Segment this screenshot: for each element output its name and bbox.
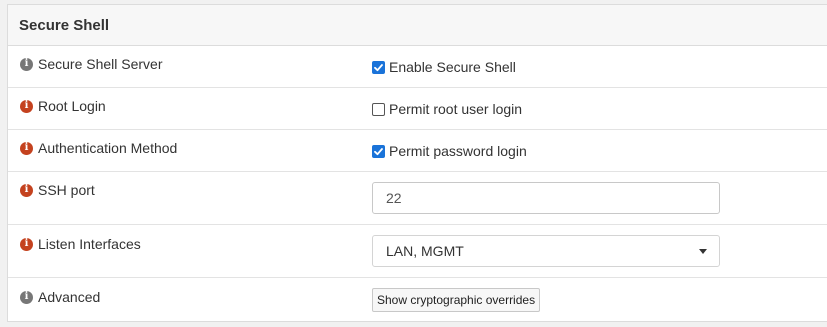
enable-secure-shell-checkbox[interactable]	[372, 60, 385, 74]
row-advanced: i Advanced Show cryptographic overrides	[8, 278, 827, 322]
info-icon[interactable]: i	[20, 141, 33, 155]
row-authentication-method: i Authentication Method Permit password …	[8, 130, 827, 172]
permit-root-login-control[interactable]: Permit root user login	[372, 101, 522, 117]
permit-password-login-checkbox[interactable]	[372, 144, 385, 158]
row-root-login: i Root Login Permit root user login	[8, 88, 827, 130]
info-icon[interactable]: i	[20, 290, 33, 304]
enable-secure-shell-control[interactable]: Enable Secure Shell	[372, 59, 516, 75]
row-label: i SSH port	[20, 182, 95, 198]
info-icon[interactable]: i	[20, 57, 33, 71]
checkmark-icon	[374, 63, 383, 71]
row-label: i Secure Shell Server	[20, 56, 163, 72]
secure-shell-panel: Secure Shell i Secure Shell Server Enabl…	[7, 4, 827, 322]
authentication-method-label: Authentication Method	[38, 140, 178, 156]
permit-root-login-checkbox[interactable]	[372, 102, 385, 116]
chevron-down-icon	[699, 249, 707, 254]
permit-password-login-label[interactable]: Permit password login	[389, 143, 527, 159]
row-label: i Listen Interfaces	[20, 236, 141, 252]
panel-title: Secure Shell	[19, 16, 110, 34]
ssh-port-input[interactable]: 22	[372, 182, 720, 214]
row-secure-shell-server: i Secure Shell Server Enable Secure Shel…	[8, 46, 827, 88]
listen-interfaces-value: LAN, MGMT	[386, 243, 464, 259]
info-icon[interactable]: i	[20, 99, 33, 113]
panel-header: Secure Shell	[8, 5, 827, 46]
secure-shell-server-label: Secure Shell Server	[38, 56, 163, 72]
row-ssh-port: i SSH port 22	[8, 172, 827, 225]
row-listen-interfaces: i Listen Interfaces LAN, MGMT	[8, 225, 827, 278]
enable-secure-shell-label[interactable]: Enable Secure Shell	[389, 59, 516, 75]
permit-root-login-label[interactable]: Permit root user login	[389, 101, 522, 117]
show-cryptographic-overrides-button[interactable]: Show cryptographic overrides	[372, 288, 541, 312]
row-label: i Authentication Method	[20, 140, 177, 156]
ssh-port-label: SSH port	[38, 182, 95, 198]
info-icon[interactable]: i	[20, 183, 33, 197]
info-icon[interactable]: i	[20, 237, 33, 251]
listen-interfaces-label: Listen Interfaces	[38, 236, 141, 252]
advanced-label: Advanced	[38, 289, 101, 305]
root-login-label: Root Login	[38, 98, 106, 114]
permit-password-login-control[interactable]: Permit password login	[372, 143, 527, 159]
checkmark-icon	[374, 147, 383, 155]
row-label: i Advanced	[20, 289, 100, 305]
row-label: i Root Login	[20, 98, 106, 114]
listen-interfaces-select[interactable]: LAN, MGMT	[372, 235, 720, 267]
